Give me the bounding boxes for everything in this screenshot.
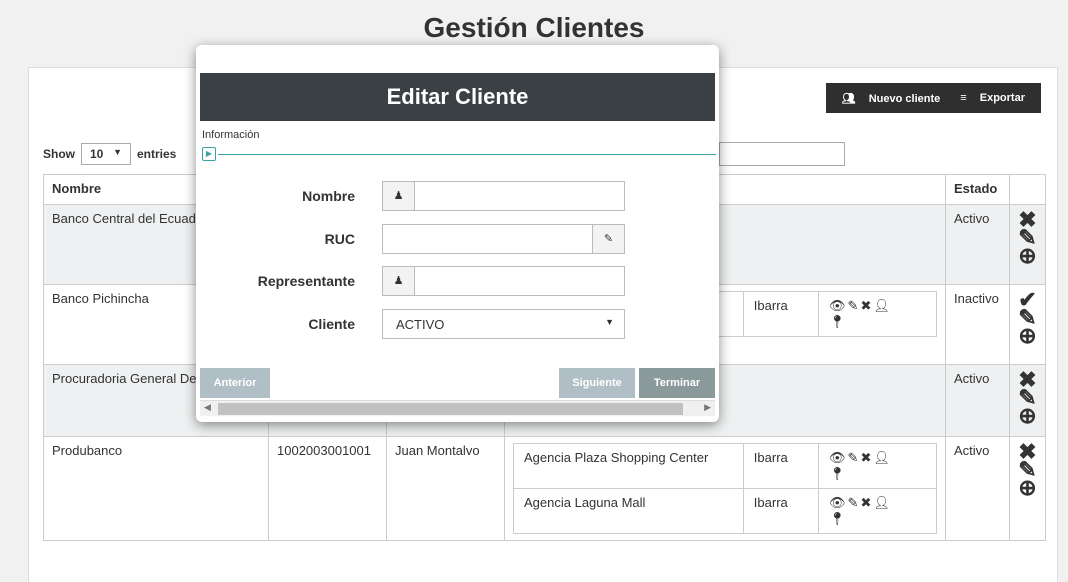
agency-city: Ibarra xyxy=(742,488,820,534)
finish-button[interactable]: Terminar xyxy=(639,368,715,398)
cell-estado: Activo xyxy=(945,364,1010,437)
pencil-icon[interactable]: ✎ xyxy=(848,450,861,465)
nombre-row: Nombre ♟ xyxy=(196,181,719,211)
user-icon[interactable]: 👤︎ xyxy=(873,298,892,313)
table-row: Produbanco 1002003001001 Juan Montalvo A… xyxy=(43,436,1046,541)
pencil-icon[interactable]: ✎ xyxy=(848,495,861,510)
cliente-label: Cliente xyxy=(308,316,355,332)
ruc-field[interactable]: ✎ xyxy=(382,224,625,254)
cliente-row: Cliente ACTIVO ▼ xyxy=(196,309,719,339)
step-label: Información xyxy=(202,129,260,141)
new-client-button[interactable]: 👥︎ Nuevo cliente xyxy=(832,92,951,105)
agencies-table: Agencia Plaza Shopping Center Ibarra 👁︎✎… xyxy=(513,443,937,534)
entries-control: Show 10 ▼ entries xyxy=(43,143,176,165)
representante-label: Representante xyxy=(257,273,355,289)
search-input[interactable] xyxy=(719,142,845,166)
eye-icon[interactable]: 👁︎ xyxy=(829,298,848,313)
map-marker-icon[interactable]: 📍︎ xyxy=(829,511,848,526)
pencil-icon: ✎ xyxy=(592,225,624,253)
map-marker-icon[interactable]: 📍︎ xyxy=(829,466,848,481)
scroll-right-icon[interactable]: ▶ xyxy=(704,402,711,413)
close-icon[interactable]: ✖ xyxy=(860,298,873,313)
plus-circle-icon[interactable]: ⊕ xyxy=(1012,245,1043,267)
close-icon[interactable]: ✖ xyxy=(860,450,873,465)
user-icon: ♟ xyxy=(383,182,415,210)
ruc-row: RUC ✎ xyxy=(196,224,719,254)
agency-city: Ibarra xyxy=(742,443,820,489)
user-icon[interactable]: 👤︎ xyxy=(873,495,892,510)
plus-circle-icon[interactable]: ⊕ xyxy=(1012,477,1043,499)
cell-ruc: 1002003001001 xyxy=(268,436,387,541)
map-marker-icon[interactable]: 📍︎ xyxy=(829,314,848,329)
cliente-select[interactable]: ACTIVO ▼ xyxy=(382,309,625,339)
previous-button[interactable]: Anterior xyxy=(200,368,270,398)
ruc-label: RUC xyxy=(324,231,355,247)
plus-circle-icon[interactable]: ⊕ xyxy=(1012,325,1043,347)
agency-city: Ibarra xyxy=(742,291,820,337)
agency-name: Agencia Laguna Mall xyxy=(513,488,744,534)
show-label: Show xyxy=(43,147,75,161)
caret-down-icon: ▼ xyxy=(605,317,614,327)
scroll-left-icon[interactable]: ◀ xyxy=(204,402,211,413)
horizontal-scrollbar[interactable]: ◀ ▶ xyxy=(200,400,715,416)
edit-client-modal: Editar Cliente Información ▶ Nombre ♟ RU… xyxy=(196,45,719,422)
step-progress-line xyxy=(218,154,716,155)
page-title: Gestión Clientes xyxy=(423,12,645,43)
close-icon[interactable]: ✖ xyxy=(860,495,873,510)
table-toolbar: 👥︎ Nuevo cliente ≡ Exportar xyxy=(825,83,1041,113)
next-button[interactable]: Siguiente xyxy=(559,368,635,398)
plus-circle-icon[interactable]: ⊕ xyxy=(1012,405,1043,427)
user-icon: ♟ xyxy=(383,267,415,295)
modal-title: Editar Cliente xyxy=(200,73,715,121)
caret-down-icon: ▼ xyxy=(113,147,122,157)
header-actions xyxy=(1009,174,1046,205)
entries-label: entries xyxy=(137,147,177,161)
representante-field[interactable]: ♟ xyxy=(382,266,625,296)
user-icon[interactable]: 👤︎ xyxy=(873,450,892,465)
entries-select[interactable]: 10 ▼ xyxy=(81,143,131,165)
nombre-field[interactable]: ♟ xyxy=(382,181,625,211)
eye-icon[interactable]: 👁︎ xyxy=(829,450,848,465)
step-indicator[interactable]: ▶ xyxy=(202,147,216,161)
scroll-thumb[interactable] xyxy=(218,403,683,415)
nombre-label: Nombre xyxy=(302,188,355,204)
menu-icon: ≡ xyxy=(960,92,967,104)
export-button[interactable]: ≡ Exportar xyxy=(950,92,1035,104)
pencil-icon[interactable]: ✎ xyxy=(848,298,861,313)
header-estado: Estado xyxy=(945,174,1010,205)
cell-estado: Activo xyxy=(945,436,1010,541)
cell-estado: Activo xyxy=(945,204,1010,285)
representante-row: Representante ♟ xyxy=(196,266,719,296)
eye-icon[interactable]: 👁︎ xyxy=(829,495,848,510)
cell-representante: Juan Montalvo xyxy=(386,436,505,541)
cell-estado: Inactivo xyxy=(945,284,1010,365)
users-icon: 👥︎ xyxy=(841,92,856,105)
cell-nombre: Produbanco xyxy=(43,436,269,541)
agency-name: Agencia Plaza Shopping Center xyxy=(513,443,744,489)
